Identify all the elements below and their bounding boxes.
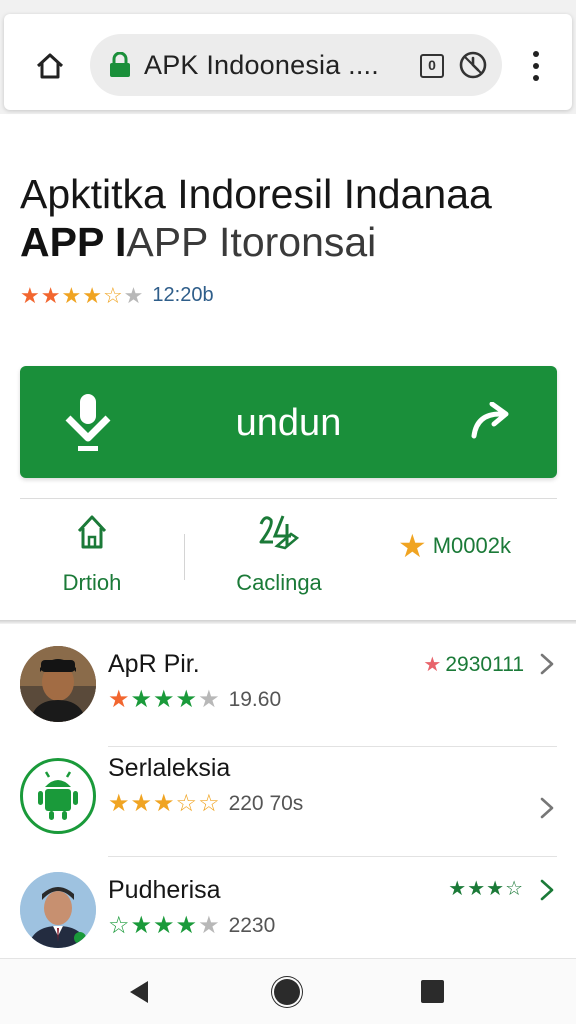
chevron-right-icon[interactable]	[538, 796, 556, 820]
list-separator	[108, 856, 557, 857]
install-button[interactable]: undun	[20, 366, 557, 478]
home-outline-icon	[50, 510, 134, 554]
action-m0002k[interactable]: ★ M0002k	[398, 530, 538, 562]
item-name: Pudherisa	[108, 876, 221, 904]
item-count: 2230	[228, 914, 276, 937]
section-divider	[0, 620, 576, 624]
list-item[interactable]: Serlaleksia ★ ★ ★ ☆ ☆ 220 70s	[0, 748, 576, 856]
app-title: Apktitka Indoresil Indanaa APP IAPP Itor…	[20, 170, 560, 266]
item-score: ★★★☆	[448, 878, 524, 900]
item-rating: ☆ ★ ★ ★ ★ 2230	[108, 912, 276, 939]
item-rating: ★ ★ ★ ☆ ☆ 220 70s	[108, 790, 304, 817]
home-icon[interactable]	[32, 48, 68, 84]
recents-icon[interactable]	[421, 980, 444, 1003]
item-name: Serlaleksia	[108, 754, 231, 782]
app-title-line1: Apktitka Indoresil Indanaa	[20, 171, 492, 217]
action-drtioh[interactable]: Drtioh	[50, 510, 134, 596]
more-vert-icon[interactable]	[526, 48, 546, 84]
action-label: M0002k	[432, 533, 511, 558]
url-bar[interactable]: APK Indoonesia .... 0	[90, 34, 502, 96]
item-rating: ★ ★ ★ ★ ★ 19.60	[108, 686, 282, 713]
action-separator	[184, 534, 185, 580]
android-icon	[20, 758, 96, 834]
item-name: ApR Pir.	[108, 650, 200, 678]
app-rating: ★ ★ ★ ★ ☆ ★ 12:20b	[20, 284, 214, 307]
home-circle-icon[interactable]	[274, 979, 300, 1005]
browser-toolbar: APK Indoonesia .... 0	[0, 0, 576, 114]
star-icon: ★	[398, 528, 427, 564]
action-row: Drtioh Caclinga ★ M0002k	[20, 510, 557, 610]
divider	[20, 498, 557, 499]
action-label: Drtioh	[62, 570, 122, 595]
system-nav-bar	[0, 958, 576, 1024]
list-separator	[108, 746, 557, 747]
lock-icon	[110, 52, 130, 77]
item-count: 220 70s	[228, 792, 304, 815]
app-title-line2: APP IAPP Itoronsai	[20, 219, 377, 265]
person-avatar	[20, 646, 96, 722]
share-icon[interactable]	[470, 402, 512, 440]
list-item[interactable]: ApR Pir. ★ ★ ★ ★ ★ 19.60 ★ 2930111	[0, 640, 576, 748]
toolbar-card: APK Indoonesia .... 0	[4, 14, 572, 110]
action-caclinga[interactable]: Caclinga	[226, 510, 332, 596]
person-avatar	[20, 872, 96, 948]
chevron-right-icon[interactable]	[538, 878, 556, 902]
url-text: APK Indoonesia ....	[144, 50, 379, 80]
action-label: Caclinga	[236, 570, 322, 595]
chevron-right-icon[interactable]	[538, 652, 556, 676]
item-count: 19.60	[228, 688, 282, 711]
list-item[interactable]: Pudherisa ☆ ★ ★ ★ ★ 2230 ★★★☆	[0, 858, 576, 966]
category-icon	[226, 510, 332, 554]
rating-count: 12:20b	[152, 284, 214, 306]
back-icon[interactable]	[126, 979, 150, 1005]
rating-stars: ★ ★ ★ ★ ☆ ★	[20, 282, 145, 308]
item-score: ★ 2930111	[423, 652, 524, 677]
tab-count-button[interactable]: 0	[420, 54, 444, 78]
clock-icon[interactable]	[458, 50, 488, 80]
